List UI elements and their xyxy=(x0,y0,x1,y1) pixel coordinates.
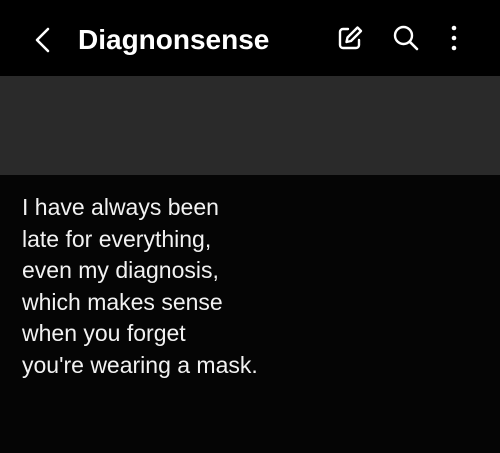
more-vertical-icon xyxy=(451,25,457,51)
edit-button[interactable] xyxy=(334,22,366,54)
header-banner xyxy=(0,77,500,175)
note-body[interactable]: I have always been late for everything, … xyxy=(0,175,500,453)
note-line: I have always been xyxy=(22,194,219,220)
note-line: even my diagnosis, xyxy=(22,257,219,283)
more-options-button[interactable] xyxy=(440,22,472,54)
note-line: when you forget xyxy=(22,320,186,346)
search-icon xyxy=(393,25,419,51)
note-line: you're wearing a mask. xyxy=(22,351,258,378)
search-button[interactable] xyxy=(390,22,422,54)
chevron-left-icon xyxy=(35,27,50,53)
page-title: Diagnonsense xyxy=(78,24,270,55)
edit-icon xyxy=(338,26,363,50)
app-bar: Diagnonsense xyxy=(0,0,500,77)
note-line: late for everything, xyxy=(22,225,212,252)
note-line: which makes sense xyxy=(22,288,223,315)
note-text: I have always been late for everything, … xyxy=(22,192,258,381)
back-button[interactable] xyxy=(24,20,64,60)
